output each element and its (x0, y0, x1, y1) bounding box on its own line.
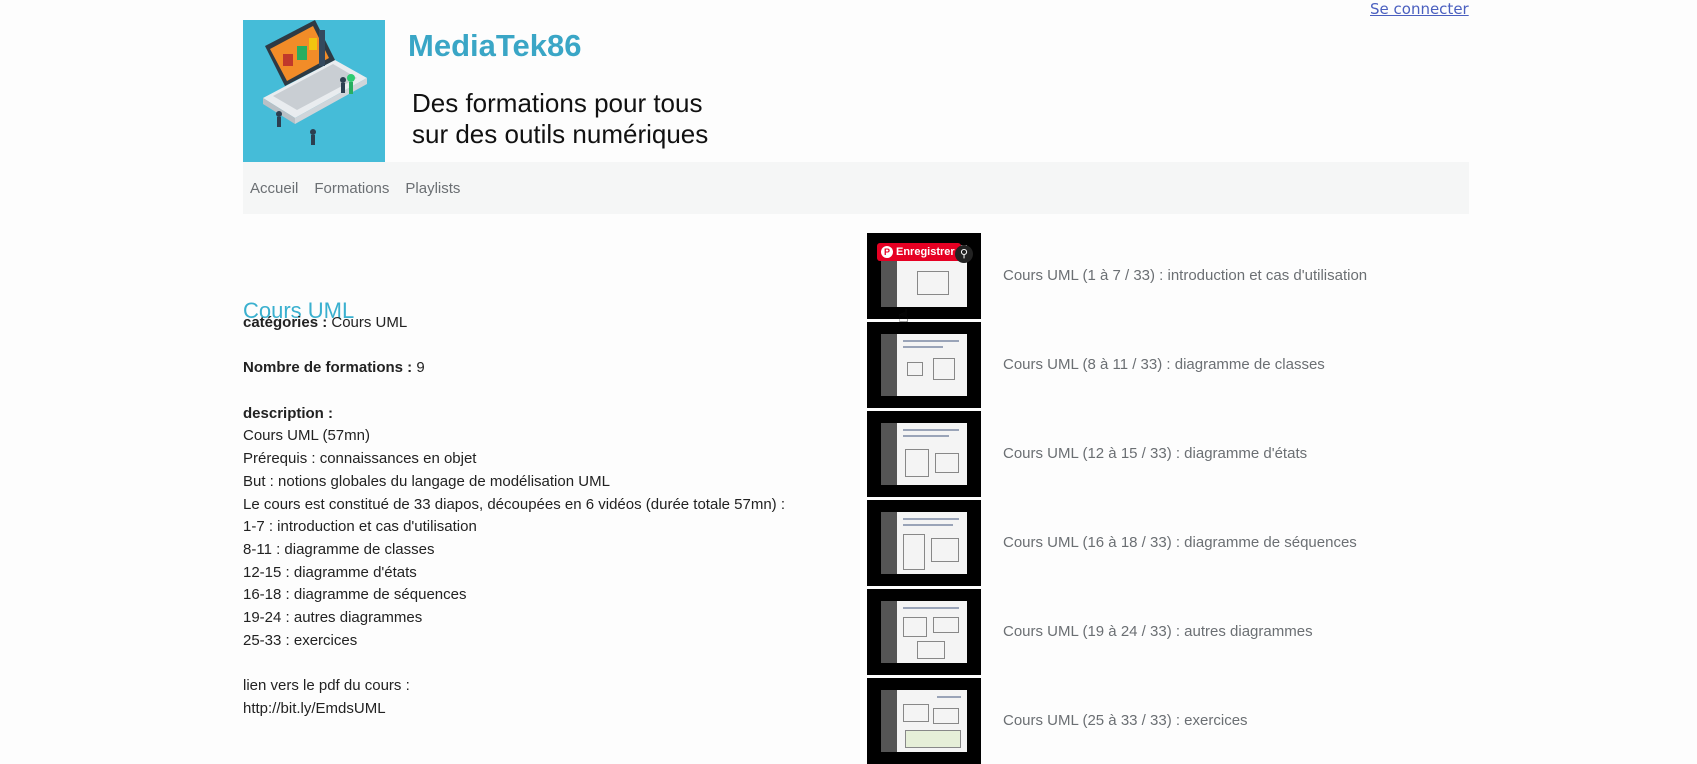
playlist-info: catégories : Cours UML Nombre de formati… (243, 312, 843, 721)
description-line: 1-7 : introduction et cas d'utilisation (243, 518, 477, 536)
tagline-line: Des formations pour tous (412, 88, 703, 118)
tagline-line: sur des outils numériques (412, 119, 709, 149)
description-line: 25-33 : exercices (243, 631, 358, 649)
pinterest-save-button[interactable]: P Enregistrer (877, 243, 961, 261)
video-title-link[interactable]: Cours UML (8 à 11 / 33) : diagramme de c… (1003, 356, 1325, 373)
description-label: description : (243, 404, 334, 422)
site-logo[interactable] (243, 20, 385, 162)
video-thumbnail[interactable] (867, 411, 981, 497)
description-line: 19-24 : autres diagrammes (243, 609, 423, 627)
categories-row: catégories : Cours UML (243, 312, 843, 335)
video-thumbnail[interactable]: P Enregistrer ⚲ (867, 233, 981, 319)
nav-item-accueil[interactable]: Accueil (250, 180, 298, 197)
video-title-link[interactable]: Cours UML (19 à 24 / 33) : autres diagra… (1003, 623, 1313, 640)
pdf-link: http://bit.ly/EmdsUML (243, 699, 386, 717)
description-line: 8-11 : diagramme de classes (243, 541, 435, 558)
count-row: Nombre de formations : 9 (243, 357, 843, 380)
description-line: 16-18 : diagramme de séquences (243, 586, 467, 604)
video-thumbnail[interactable] (867, 678, 981, 764)
video-title-link[interactable]: Cours UML (25 à 33 / 33) : exercices (1003, 712, 1248, 729)
video-thumbnail[interactable] (867, 500, 981, 586)
pinterest-save-label: Enregistrer (896, 246, 955, 258)
description-line: Le cours est constitué de 33 diapos, déc… (243, 495, 786, 513)
categories-label: catégories : (243, 314, 328, 331)
main-navbar: Accueil Formations Playlists (243, 162, 1469, 214)
site-tagline: Des formations pour tous sur des outils … (412, 88, 772, 150)
count-label: Nombre de formations : (243, 359, 413, 377)
description-line: 12-15 : diagramme d'états (243, 563, 417, 581)
nav-item-formations[interactable]: Formations (314, 180, 389, 197)
categories-value: Cours UML (331, 314, 408, 331)
nav-item-playlists[interactable]: Playlists (405, 180, 460, 197)
laptop-illustration-icon (243, 20, 385, 162)
visual-search-icon[interactable]: ⚲ (955, 245, 973, 263)
pinterest-icon: P (881, 246, 893, 258)
video-thumbnail[interactable] (867, 322, 981, 408)
description-line: But : notions globales du langage de mod… (243, 472, 610, 490)
pdf-label: lien vers le pdf du cours : (243, 677, 410, 695)
hand-cursor-icon: ☝ (898, 306, 909, 327)
video-title-link[interactable]: Cours UML (16 à 18 / 33) : diagramme de … (1003, 534, 1357, 551)
video-thumbnail[interactable] (867, 589, 981, 675)
site-title: MediaTek86 (408, 28, 582, 63)
count-value: 9 (416, 359, 425, 377)
description-line: Cours UML (57mn) (243, 427, 370, 445)
video-title-link[interactable]: Cours UML (1 à 7 / 33) : introduction et… (1003, 267, 1367, 284)
login-link[interactable]: Se connecter (1370, 0, 1469, 18)
video-title-link[interactable]: Cours UML (12 à 15 / 33) : diagramme d'é… (1003, 445, 1307, 462)
description-line: Prérequis : connaissances en objet (243, 450, 477, 468)
